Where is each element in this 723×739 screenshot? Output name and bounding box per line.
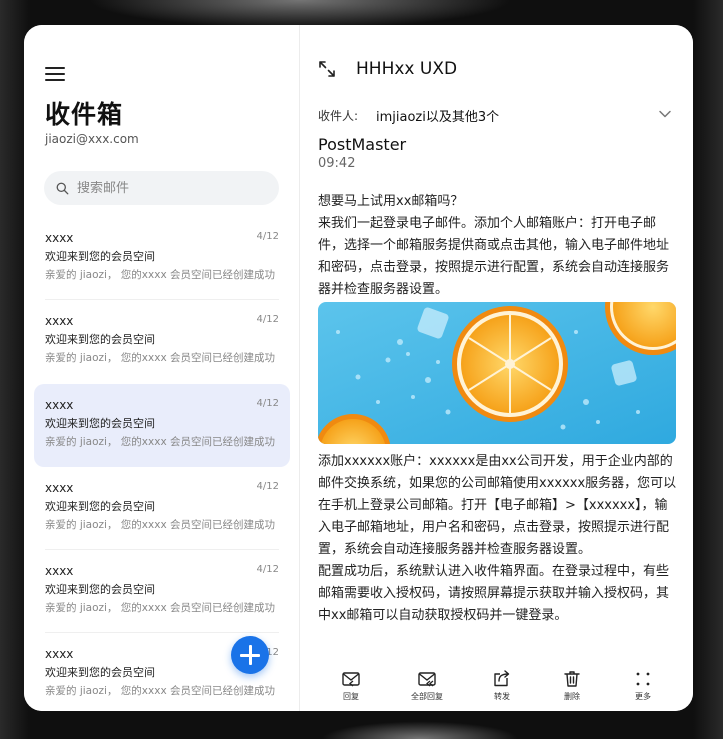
mail-date: 4/12: [256, 480, 279, 492]
mail-sender: xxxx: [45, 314, 74, 329]
mail-action-toolbar: 回复 全部回复 转发 删除 更多: [301, 665, 693, 711]
mail-subject: 欢迎来到您的会员空间: [45, 333, 155, 347]
more-label: 更多: [635, 692, 651, 701]
list-item-selected[interactable]: xxxx 4/12 欢迎来到您的会员空间 亲爱的 jiaozi， 您的xxxx …: [34, 383, 290, 467]
mail-preview: 亲爱的 jiaozi， 您的xxxx 会员空间已经创建成功: [45, 269, 275, 281]
mail-preview: 亲爱的 jiaozi， 您的xxxx 会员空间已经创建成功: [45, 352, 275, 365]
mail-subject: 欢迎来到您的会员空间: [45, 416, 155, 430]
mail-sender: xxxx: [45, 231, 74, 245]
account-email: jiaozi@xxx.com: [45, 132, 139, 146]
mail-title: HHHxx UXD: [356, 59, 458, 79]
mail-body-paragraph: 添加xxxxxx账户：xxxxxx是由xx公司开发，用于企业内部的邮件交换系统，…: [318, 454, 677, 623]
forward-icon: [494, 670, 510, 687]
reply-all-icon: [418, 672, 436, 687]
trash-icon: [564, 671, 580, 687]
tablet-screen: 收件箱 jiaozi@xxx.com xxxx 4/12 欢迎来到您的会员空间 …: [24, 25, 693, 711]
sender-name: PostMaster: [318, 135, 407, 154]
list-item[interactable]: xxxx 4/12 欢迎来到您的会员空间 亲爱的 jiaozi， 您的xxxx …: [34, 300, 290, 383]
forward-button[interactable]: 转发: [477, 669, 527, 702]
recipients-label: 收件人:: [318, 109, 359, 123]
recipients[interactable]: imjiaozi以及其他3个: [376, 106, 499, 125]
more-icon: [636, 672, 650, 686]
reply-all-button[interactable]: 全部回复: [402, 669, 452, 702]
search-icon: [56, 182, 69, 194]
compose-button[interactable]: [231, 636, 269, 674]
mail-subject: 欢迎来到您的会员空间: [45, 499, 155, 513]
mail-sender: xxxx: [45, 397, 74, 412]
inbox-pane: 收件箱 jiaozi@xxx.com xxxx 4/12 欢迎来到您的会员空间 …: [24, 25, 300, 711]
forward-label: 转发: [494, 692, 510, 701]
mail-preview: 亲爱的 jiaozi， 您的xxxx 会员空间已经创建成功: [45, 518, 275, 531]
expand-icon[interactable]: [318, 60, 336, 78]
sent-time: 09:42: [318, 156, 356, 171]
mail-body-paragraph: 想要马上试用xx邮箱吗？ 来我们一起登录电子邮件。添加个人邮箱账户：打开电子邮件…: [318, 194, 670, 297]
mail-date: 4/12: [256, 564, 279, 576]
mail-preview: 亲爱的 jiaozi， 您的xxxx 会员空间已经创建成功: [45, 602, 275, 615]
mail-detail-pane: HHHxx UXD 收件人: imjiaozi以及其他3个 PostMaster…: [301, 25, 693, 711]
search-bar[interactable]: [44, 171, 279, 205]
more-button[interactable]: 更多: [618, 669, 668, 702]
reply-label: 回复: [343, 692, 359, 701]
reply-icon: [342, 672, 360, 687]
mail-sender: xxxx: [45, 480, 74, 495]
list-item[interactable]: xxxx 4/12 欢迎来到您的会员空间 亲爱的 jiaozi， 您的xxxx …: [34, 550, 290, 634]
search-input[interactable]: [77, 180, 267, 196]
mail-date: 4/12: [256, 231, 279, 242]
chevron-down-icon[interactable]: [658, 107, 672, 121]
mail-preview: 亲爱的 jiaozi， 您的xxxx 会员空间已经创建成功: [45, 435, 275, 448]
delete-label: 删除: [564, 692, 580, 701]
mail-subject: 欢迎来到您的会员空间: [45, 250, 155, 263]
delete-button[interactable]: 删除: [547, 669, 597, 702]
list-item[interactable]: xxxx 4/12 欢迎来到您的会员空间 亲爱的 jiaozi， 您的xxxx …: [34, 467, 290, 551]
mail-preview: 亲爱的 jiaozi， 您的xxxx 会员空间已经创建成功: [45, 685, 275, 698]
menu-icon[interactable]: [45, 67, 65, 83]
reply-all-label: 全部回复: [411, 692, 443, 701]
page-title: 收件箱: [45, 100, 124, 129]
mail-date: 4/12: [256, 397, 279, 409]
reply-button[interactable]: 回复: [326, 669, 376, 702]
mail-date: 4/12: [256, 314, 279, 326]
list-item[interactable]: xxxx 4/12 欢迎来到您的会员空间 亲爱的 jiaozi， 您的xxxx …: [34, 217, 290, 301]
orange-slices-image[interactable]: [318, 302, 676, 444]
mail-subject: 欢迎来到您的会员空间: [45, 583, 155, 597]
mail-sender: xxxx: [45, 564, 74, 579]
